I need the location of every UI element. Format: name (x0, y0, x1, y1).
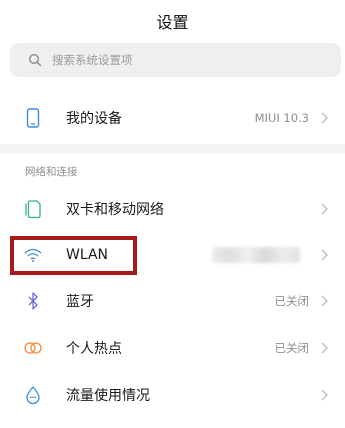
hotspot-row[interactable]: 个人热点 已关闭 (0, 325, 345, 371)
section-divider (0, 144, 345, 154)
my-device-label: 我的设备 (66, 111, 122, 127)
hotspot-icon (23, 338, 43, 358)
sim-card-icon (23, 199, 43, 219)
sim-mobile-network-label: 双卡和移动网络 (66, 202, 164, 218)
bluetooth-status: 已关闭 (274, 294, 310, 308)
search-placeholder: 搜索系统设置项 (52, 53, 133, 67)
chevron-right-icon (321, 203, 328, 215)
bluetooth-label: 蓝牙 (66, 294, 94, 310)
wifi-network-name-redacted (212, 247, 300, 263)
chevron-right-icon (321, 342, 328, 354)
search-icon (28, 53, 42, 67)
page-title: 设置 (156, 13, 189, 32)
section-header-network: 网络和连接 (25, 166, 78, 178)
chevron-right-icon (321, 389, 328, 401)
chevron-right-icon (321, 249, 328, 261)
data-usage-label: 流量使用情况 (66, 388, 150, 404)
bluetooth-icon (23, 291, 43, 311)
my-device-row[interactable]: 我的设备 MIUI 10.3 (0, 95, 345, 141)
wlan-highlight-box (10, 236, 137, 275)
phone-icon (23, 108, 43, 128)
data-usage-row[interactable]: 流量使用情况 (0, 372, 345, 418)
hotspot-label: 个人热点 (66, 341, 122, 357)
data-usage-icon (23, 385, 43, 405)
chevron-right-icon (321, 295, 328, 307)
bluetooth-row[interactable]: 蓝牙 已关闭 (0, 278, 345, 324)
chevron-right-icon (321, 112, 328, 124)
sim-mobile-network-row[interactable]: 双卡和移动网络 (0, 186, 345, 232)
miui-version: MIUI 10.3 (254, 111, 309, 125)
search-bar[interactable]: 搜索系统设置项 (10, 43, 341, 77)
hotspot-status: 已关闭 (274, 341, 310, 355)
